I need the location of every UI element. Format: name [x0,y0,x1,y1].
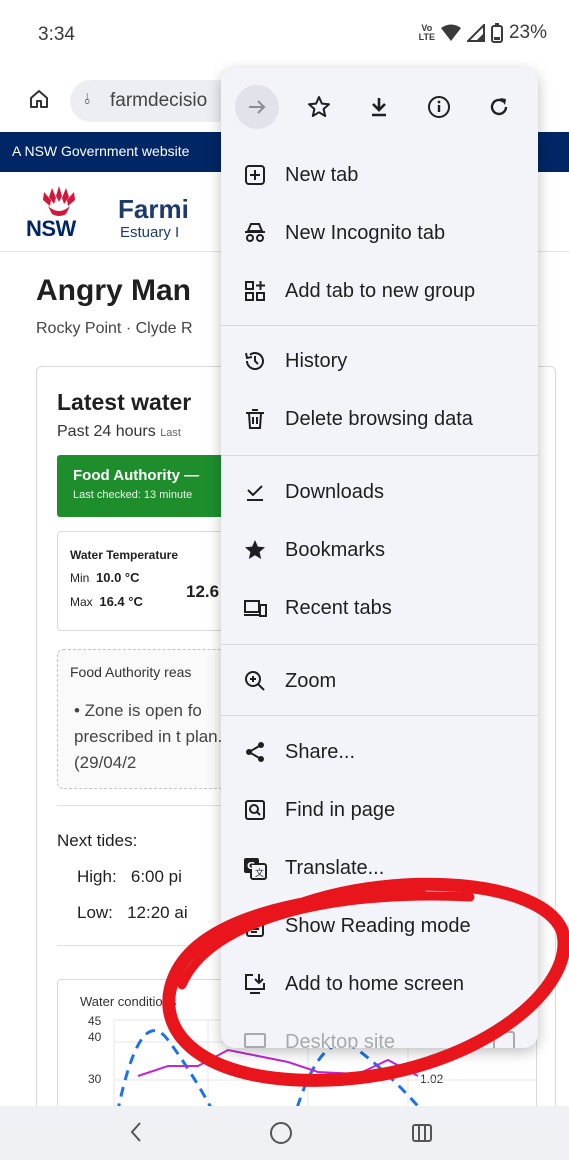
add-to-home-icon [245,974,265,994]
bookmark-button[interactable] [297,85,341,129]
site-settings-icon[interactable]: ⫰ [84,91,91,108]
menu-item-find-in-page[interactable]: Find in page [221,781,538,839]
site-title[interactable]: Farmi [118,194,189,225]
refresh-icon [490,98,508,116]
reason-title: Food Authority reas [70,664,192,680]
status-bar: 3:34 Vo LTE 23% [0,0,569,70]
downloads-icon [247,485,263,501]
new-tab-icon [245,165,265,185]
signal-icon [466,24,485,42]
menu-item-delete-browsing-data[interactable]: Delete browsing data [221,390,538,448]
tab-group-icon [245,281,265,301]
svg-text:G: G [247,861,255,872]
menu-item-add-to-home-screen[interactable]: Add to home screen [221,955,538,1013]
battery-icon [490,23,503,43]
refresh-button[interactable] [477,85,521,129]
url-text: farmdecisio [110,90,208,111]
tide-high: High: 6:00 pi [77,867,182,886]
recents-icon[interactable] [412,1123,432,1143]
menu-item-new-incognito-tab[interactable]: New Incognito tab [221,204,538,262]
menu-item-share[interactable]: Share... [221,723,538,781]
temp-max: Max 16.4 °C [70,594,143,609]
site-subtitle: Estuary I [120,224,180,241]
page-subtitle: Rocky Point · Clyde R [36,320,193,337]
find-in-page-icon [245,800,265,820]
menu-separator [221,325,538,326]
bookmark-star-icon [245,540,265,559]
menu-toolbar [221,68,538,142]
desktop-site-icon [244,1033,266,1048]
forward-icon [249,100,266,114]
browser-overflow-menu: New tab New Incognito tab Add tab to new… [221,68,538,1048]
wifi-icon [440,24,461,41]
tide-low: Low: 12:20 ai [77,903,188,922]
menu-item-history[interactable]: History [221,332,538,390]
food-authority-last-checked: Last checked: 13 minute [73,489,193,501]
battery-percent: 23% [508,22,547,43]
star-icon [308,96,330,117]
desktop-site-checkbox[interactable] [493,1031,515,1048]
menu-item-downloads[interactable]: Downloads [221,463,538,521]
recent-tabs-icon [244,600,267,617]
page-info-button[interactable] [417,85,461,129]
temp-min: Min 10.0 °C [70,570,140,585]
translate-icon: G文 [244,858,267,880]
menu-separator [221,715,538,716]
history-icon [245,352,264,370]
menu-item-bookmarks[interactable]: Bookmarks [221,521,538,579]
food-authority-title: Food Authority — [73,467,200,484]
home-icon[interactable] [28,88,50,110]
gov-banner-text: A NSW Government website [12,143,190,159]
menu-item-add-tab-to-new-group[interactable]: Add tab to new group [221,262,538,320]
card-title: Latest water [57,389,192,415]
menu-item-translate[interactable]: G文 Translate... [221,839,538,897]
back-icon[interactable] [128,1120,144,1144]
menu-item-show-reading-mode[interactable]: Show Reading mode [221,897,538,955]
status-icons: Vo LTE 23% [419,22,547,44]
card-period: Past 24 hours Last [57,423,181,440]
tides-title: Next tides: [57,831,138,850]
menu-item-desktop-site[interactable]: Desktop site [221,1013,538,1048]
trash-icon [246,409,264,429]
reading-mode-icon [246,915,264,937]
info-icon [428,96,450,118]
status-time: 3:34 [38,24,75,45]
menu-item-zoom[interactable]: Zoom [221,652,538,710]
download-button[interactable] [357,85,401,129]
temp-current: 12.6 [186,582,220,601]
svg-text:文: 文 [255,867,264,879]
download-icon [372,98,386,117]
menu-separator [221,644,538,645]
incognito-icon [245,223,265,242]
share-icon [246,742,264,762]
menu-item-recent-tabs[interactable]: Recent tabs [221,579,538,637]
zoom-icon [245,671,265,691]
menu-separator [221,455,538,456]
water-temperature-label: Water Temperature [70,548,179,562]
nsw-logo-text: NSW [26,216,76,241]
android-nav-bar [0,1106,569,1160]
page-title: Angry Man [36,274,192,307]
volte-icon: Vo LTE [418,23,435,42]
home-nav-icon[interactable] [270,1122,292,1144]
forward-button[interactable] [235,85,279,129]
menu-item-new-tab[interactable]: New tab [221,146,538,204]
